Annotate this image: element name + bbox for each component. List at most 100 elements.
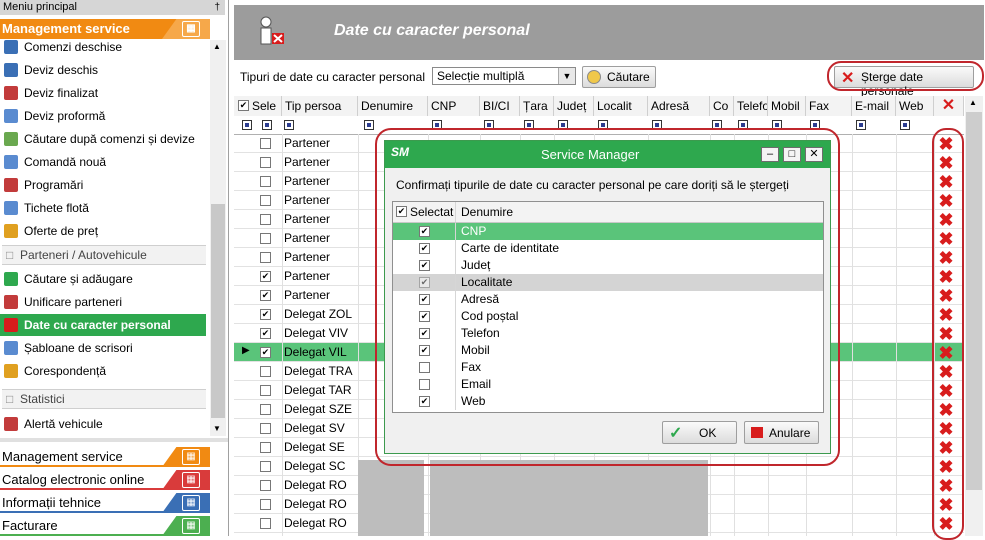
- dialog-list-item[interactable]: Web: [393, 393, 823, 410]
- row-checkbox[interactable]: [260, 347, 271, 358]
- splitter[interactable]: [0, 438, 228, 442]
- sidebar-item[interactable]: Alertă vehicule: [0, 413, 206, 435]
- item-checkbox[interactable]: [419, 226, 430, 237]
- column-header[interactable]: Fax: [806, 96, 852, 116]
- dialog-list-item[interactable]: Carte de identitate: [393, 240, 823, 257]
- dialog-list-item[interactable]: Localitate: [393, 274, 823, 291]
- sidebar-group-partners[interactable]: □ Parteneri / Autovehicule: [2, 245, 206, 265]
- column-header[interactable]: Co: [710, 96, 734, 116]
- sidebar-item[interactable]: Deviz finalizat: [0, 82, 206, 104]
- sidebar-item[interactable]: Șabloane de scrisori: [0, 337, 206, 359]
- column-header[interactable]: Sele: [234, 96, 282, 116]
- row-checkbox[interactable]: [260, 214, 271, 225]
- dialog-list-item[interactable]: Fax: [393, 359, 823, 376]
- dialog-list-item[interactable]: Județ: [393, 257, 823, 274]
- sidebar-group-stats[interactable]: □ Statistici: [2, 389, 206, 409]
- row-checkbox[interactable]: [260, 461, 271, 472]
- dialog-list-item[interactable]: Adresă: [393, 291, 823, 308]
- item-checkbox[interactable]: [419, 260, 430, 271]
- row-checkbox[interactable]: [260, 138, 271, 149]
- select-all-checkbox[interactable]: [238, 100, 249, 111]
- chevron-down-icon[interactable]: ▼: [558, 68, 575, 84]
- row-checkbox[interactable]: [260, 252, 271, 263]
- column-header[interactable]: Web: [896, 96, 934, 116]
- row-checkbox[interactable]: [260, 480, 271, 491]
- dialog-list-item[interactable]: Mobil: [393, 342, 823, 359]
- sidebar-item[interactable]: Deviz proformă: [0, 105, 206, 127]
- column-header[interactable]: BI/CI: [480, 96, 520, 116]
- filter-toggle[interactable]: [856, 120, 866, 130]
- sidebar-item[interactable]: Comandă nouă: [0, 151, 206, 173]
- filter-toggle[interactable]: [900, 120, 910, 130]
- filter-toggle[interactable]: [284, 120, 294, 130]
- row-checkbox[interactable]: [260, 385, 271, 396]
- dialog-list-item[interactable]: CNP: [393, 223, 823, 240]
- column-header[interactable]: E-mail: [852, 96, 896, 116]
- cancel-button[interactable]: Anulare: [744, 421, 819, 444]
- filter-toggle[interactable]: [242, 120, 252, 130]
- row-checkbox[interactable]: [260, 423, 271, 434]
- row-checkbox[interactable]: [260, 499, 271, 510]
- column-header[interactable]: CNP: [428, 96, 480, 116]
- maximize-icon[interactable]: □: [783, 147, 801, 162]
- item-checkbox[interactable]: [419, 345, 430, 356]
- row-checkbox[interactable]: [260, 233, 271, 244]
- row-checkbox[interactable]: [260, 518, 271, 529]
- sidebar-item[interactable]: Programări: [0, 174, 206, 196]
- sidebar-scrollbar-thumb[interactable]: [211, 204, 225, 418]
- column-header[interactable]: Țara: [520, 96, 554, 116]
- row-checkbox[interactable]: [260, 328, 271, 339]
- close-icon[interactable]: ✕: [805, 147, 823, 162]
- dialog-list-item[interactable]: Email: [393, 376, 823, 393]
- item-checkbox[interactable]: [419, 328, 430, 339]
- column-header[interactable]: Adresă: [648, 96, 710, 116]
- item-checkbox[interactable]: [419, 294, 430, 305]
- row-checkbox[interactable]: [260, 309, 271, 320]
- sidebar-item[interactable]: Corespondență: [0, 360, 206, 382]
- grid-scrollbar-thumb[interactable]: [966, 112, 982, 490]
- ok-button[interactable]: ✓ OK: [662, 421, 737, 444]
- column-header[interactable]: Mobil: [768, 96, 806, 116]
- module-band[interactable]: Informații tehnice ▦: [0, 493, 210, 513]
- item-checkbox[interactable]: [419, 243, 430, 254]
- grid-scroll-up-icon[interactable]: ▲: [969, 98, 977, 107]
- sidebar-item[interactable]: Tichete flotă: [0, 197, 206, 219]
- sidebar-item[interactable]: Deviz deschis: [0, 59, 206, 81]
- sidebar-item[interactable]: Oferte de preț: [0, 220, 206, 242]
- item-checkbox[interactable]: [419, 362, 430, 373]
- row-checkbox[interactable]: [260, 157, 271, 168]
- item-checkbox[interactable]: [419, 311, 430, 322]
- minimize-icon[interactable]: –: [761, 147, 779, 162]
- row-checkbox[interactable]: [260, 442, 271, 453]
- scroll-up-icon[interactable]: ▲: [213, 42, 221, 51]
- row-checkbox[interactable]: [260, 195, 271, 206]
- select-all-checkbox[interactable]: [396, 206, 407, 217]
- module-band[interactable]: Facturare ▦: [0, 516, 210, 536]
- sidebar-item[interactable]: Căutare după comenzi și devize: [0, 128, 206, 150]
- column-header[interactable]: Județ: [554, 96, 594, 116]
- column-header[interactable]: Localit: [594, 96, 648, 116]
- row-checkbox[interactable]: [260, 176, 271, 187]
- item-checkbox[interactable]: [419, 277, 430, 288]
- dialog-list-item[interactable]: Cod poștal: [393, 308, 823, 325]
- filter-toggle[interactable]: [364, 120, 374, 130]
- item-checkbox[interactable]: [419, 379, 430, 390]
- sidebar-item[interactable]: Unificare parteneri: [0, 291, 206, 313]
- module-band[interactable]: Catalog electronic online ▦: [0, 470, 210, 490]
- sidebar-item[interactable]: Căutare și adăugare: [0, 268, 206, 290]
- row-checkbox[interactable]: [260, 366, 271, 377]
- column-header[interactable]: Telefo: [734, 96, 768, 116]
- pin-icon[interactable]: †: [214, 0, 220, 15]
- search-button[interactable]: Căutare: [582, 66, 656, 88]
- module-band[interactable]: Management service ▦: [0, 447, 210, 467]
- column-header[interactable]: Denumire: [358, 96, 428, 116]
- row-checkbox[interactable]: [260, 271, 271, 282]
- filter-toggle[interactable]: [262, 120, 272, 130]
- scroll-down-icon[interactable]: ▼: [213, 424, 221, 433]
- sidebar-item[interactable]: Comenzi deschise: [0, 36, 206, 58]
- item-checkbox[interactable]: [419, 396, 430, 407]
- type-select[interactable]: Selecție multiplă ▼: [432, 67, 576, 85]
- dialog-list-item[interactable]: Telefon: [393, 325, 823, 342]
- column-header[interactable]: Tip persoa: [282, 96, 358, 116]
- row-checkbox[interactable]: [260, 290, 271, 301]
